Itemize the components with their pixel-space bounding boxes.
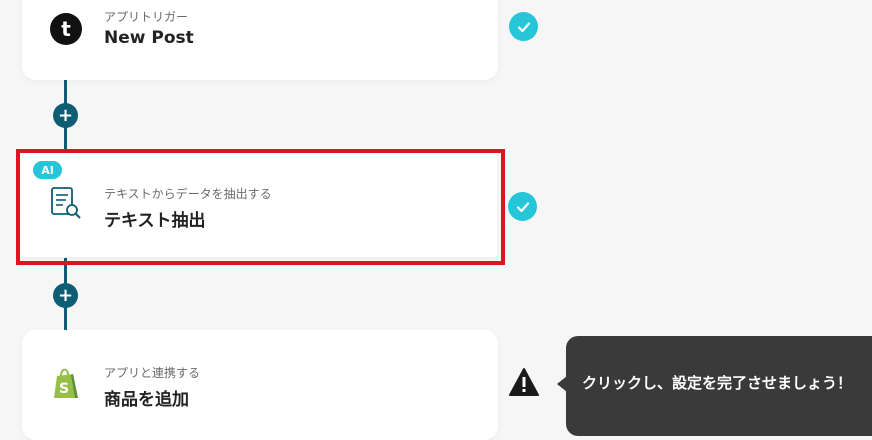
step-card-text-extract[interactable]: テキストからデータを抽出する テキスト抽出 (20, 153, 497, 257)
add-step-button[interactable]: + (53, 103, 78, 128)
check-icon (508, 192, 537, 221)
setup-tooltip: クリックし、設定を完了させましょう！ (557, 336, 872, 436)
tooltip-text: クリックし、設定を完了させましょう！ (582, 374, 853, 392)
document-search-icon (48, 185, 84, 221)
warning-icon (508, 367, 540, 397)
step-title: New Post (104, 28, 194, 48)
step-card-add-product[interactable]: S アプリと連携する 商品を追加 (22, 330, 498, 440)
step-subtitle: テキストからデータを抽出する (104, 187, 272, 201)
ai-badge: AI (33, 161, 62, 179)
add-step-button[interactable]: + (53, 283, 78, 308)
step-subtitle: アプリと連携する (104, 366, 201, 380)
shopify-icon: S (48, 366, 84, 402)
step-subtitle: アプリトリガー (104, 10, 189, 24)
svg-text:S: S (59, 381, 69, 397)
tumblr-icon: t (48, 11, 84, 47)
step-title: テキスト抽出 (104, 211, 206, 231)
check-icon (509, 12, 538, 41)
step-card-trigger[interactable]: t アプリトリガー New Post (22, 0, 498, 80)
step-title: 商品を追加 (104, 390, 189, 410)
svg-text:t: t (61, 17, 71, 41)
